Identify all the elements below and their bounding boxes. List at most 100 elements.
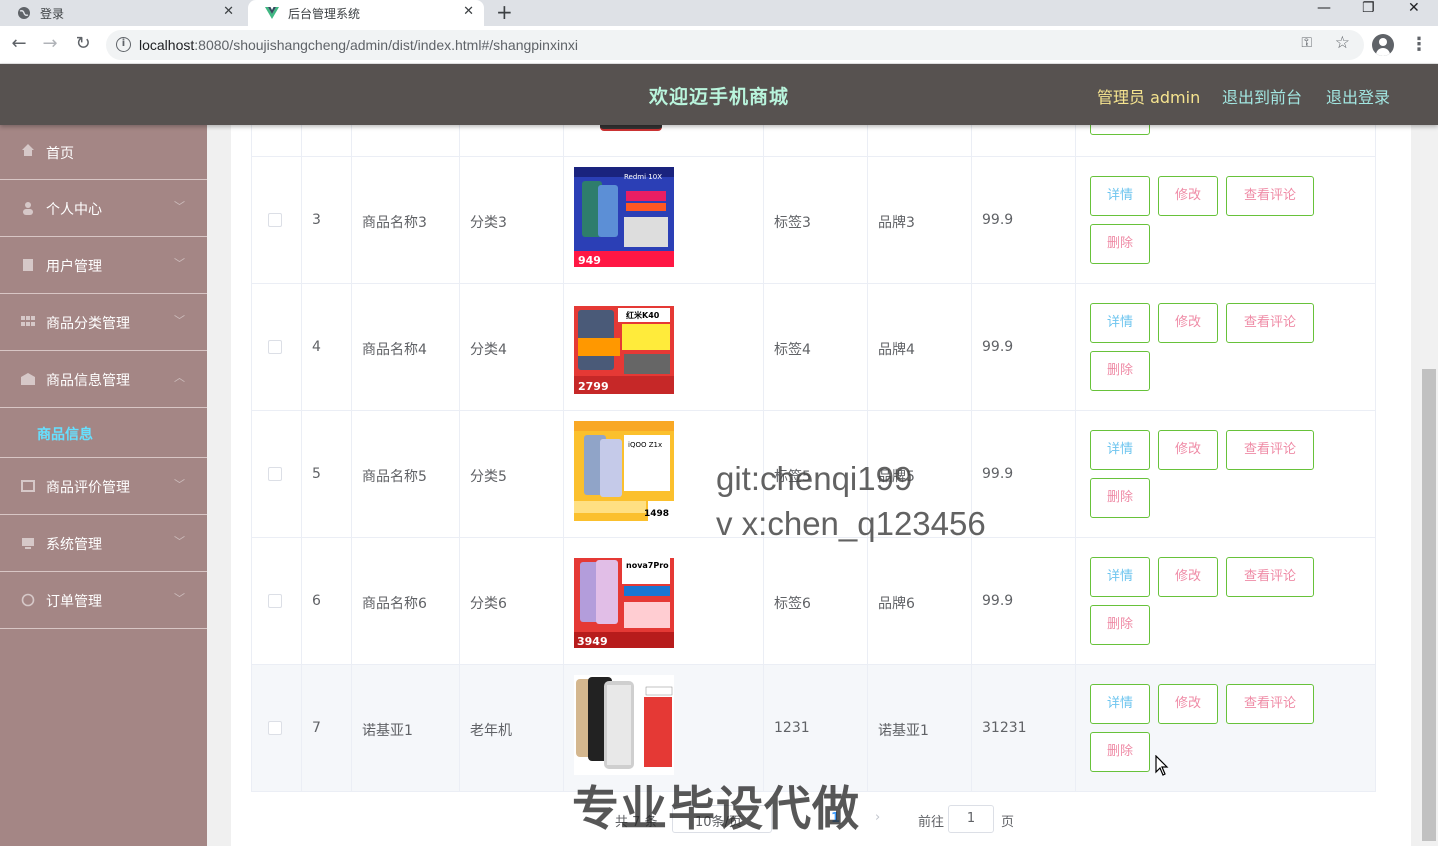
edit-button[interactable]: 修改 <box>1158 684 1218 724</box>
sidebar-subitem-goods-info[interactable]: 商品信息 <box>0 408 207 458</box>
row-checkbox[interactable] <box>268 594 282 608</box>
chevron-up-icon: ︿ <box>174 371 185 384</box>
info-icon[interactable]: i <box>116 37 131 52</box>
browser-tab-admin[interactable]: 后台管理系统 ✕ <box>248 0 484 26</box>
image-price: 949 <box>578 254 601 267</box>
browser-tab-login[interactable]: 登录 ✕ <box>0 0 244 26</box>
window-close-icon[interactable]: ✕ <box>1408 0 1420 18</box>
view-reviews-button[interactable]: 查看评论 <box>1226 176 1314 216</box>
sidebar-item-categories[interactable]: 商品分类管理 ﹀ <box>0 294 207 351</box>
back-icon[interactable]: ← <box>7 32 31 56</box>
sidebar-item-label: 个人中心 <box>46 202 102 218</box>
row-checkbox[interactable] <box>268 721 282 735</box>
address-bar[interactable]: i localhost:8080/shoujishangcheng/admin/… <box>106 30 1364 60</box>
delete-button[interactable]: 删除 <box>1090 605 1150 645</box>
detail-button[interactable]: 详情 <box>1090 303 1150 343</box>
view-reviews-button[interactable]: 查看评论 <box>1226 557 1314 597</box>
row-checkbox[interactable] <box>268 340 282 354</box>
product-image[interactable] <box>574 675 674 775</box>
detail-button[interactable]: 详情 <box>1090 684 1150 724</box>
more-menu-icon[interactable]: ⋮ <box>1410 34 1428 55</box>
delete-button[interactable]: 删除 <box>1090 351 1150 391</box>
product-brand: 品牌4 <box>878 342 915 358</box>
image-caption: 红米K40 <box>626 310 660 320</box>
sidebar-item-users[interactable]: 用户管理 ﹀ <box>0 237 207 294</box>
sidebar: 首页 个人中心 ﹀ 用户管理 ﹀ 商品分类管理 ﹀ 商品信息管理 ︿ 商品信息 … <box>0 125 207 846</box>
reload-icon[interactable]: ↻ <box>71 32 95 56</box>
restore-icon[interactable]: ❐ <box>1362 0 1375 18</box>
forward-icon[interactable]: → <box>38 32 62 56</box>
goods-icon <box>21 373 35 385</box>
row-index: 3 <box>312 212 321 228</box>
key-icon[interactable]: ⚿ <box>1301 35 1312 51</box>
detail-button[interactable]: 详情 <box>1090 557 1150 597</box>
delete-button[interactable]: 删除 <box>1090 478 1150 518</box>
edit-button[interactable]: 修改 <box>1158 430 1218 470</box>
row-index: 4 <box>312 339 321 355</box>
product-tag: 标签4 <box>774 342 811 358</box>
product-image[interactable]: iQOO Z1x 1498 <box>574 421 674 521</box>
goto-label: 前往 <box>918 815 945 830</box>
sidebar-item-profile[interactable]: 个人中心 ﹀ <box>0 180 207 237</box>
edit-button[interactable]: 修改 <box>1158 303 1218 343</box>
url-text[interactable]: localhost:8080/shoujishangcheng/admin/di… <box>139 37 578 53</box>
product-name: 商品名称4 <box>362 342 427 358</box>
product-brand: 品牌6 <box>878 596 915 612</box>
sidebar-item-label: 用户管理 <box>46 259 102 275</box>
detail-button[interactable]: 详情 <box>1090 176 1150 216</box>
logout-link[interactable]: 退出登录 <box>1326 84 1390 108</box>
product-category: 分类5 <box>470 469 507 485</box>
globe-icon <box>16 5 32 21</box>
image-price: 3949 <box>577 635 608 648</box>
new-tab-icon[interactable]: + <box>496 0 513 26</box>
row-checkbox[interactable] <box>268 213 282 227</box>
chevron-down-icon: ﹀ <box>174 200 185 213</box>
home-icon <box>22 144 34 156</box>
delete-button[interactable] <box>1090 125 1150 135</box>
goto-page-input[interactable]: 1 <box>948 805 994 833</box>
close-icon[interactable]: ✕ <box>463 4 474 19</box>
product-image[interactable]: 红米K40 2799 <box>574 294 674 394</box>
delete-button[interactable]: 删除 <box>1090 732 1150 772</box>
product-price: 99.9 <box>982 466 1014 482</box>
view-reviews-button[interactable]: 查看评论 <box>1226 430 1314 470</box>
sidebar-item-label: 商品分类管理 <box>46 316 130 332</box>
product-brand: 诺基亚1 <box>878 723 929 739</box>
product-price: 99.9 <box>982 593 1014 609</box>
delete-button[interactable]: 删除 <box>1090 224 1150 264</box>
sidebar-item-label: 系统管理 <box>46 537 102 553</box>
close-icon[interactable]: ✕ <box>223 4 234 19</box>
product-category: 老年机 <box>470 723 512 739</box>
edit-button[interactable]: 修改 <box>1158 176 1218 216</box>
admin-label: 管理员 admin <box>1097 88 1201 107</box>
sidebar-item-reviews[interactable]: 商品评价管理 ﹀ <box>0 458 207 515</box>
vertical-scrollbar[interactable] <box>1420 125 1438 846</box>
product-image[interactable]: nova7Pro 3949 <box>574 548 674 648</box>
view-reviews-button[interactable]: 查看评论 <box>1226 684 1314 724</box>
profile-avatar-icon[interactable] <box>1372 34 1394 56</box>
app-header: 欢迎迈手机商城 管理员 admin 退出到前台 退出登录 <box>0 64 1438 125</box>
row-checkbox[interactable] <box>268 467 282 481</box>
detail-button[interactable]: 详情 <box>1090 430 1150 470</box>
product-price: 31231 <box>982 720 1027 736</box>
product-price: 99.9 <box>982 339 1014 355</box>
sidebar-item-orders[interactable]: 订单管理 ﹀ <box>0 572 207 629</box>
chevron-down-icon: ﹀ <box>174 592 185 605</box>
scrollbar-thumb[interactable] <box>1422 369 1436 841</box>
chevron-right-icon[interactable]: › <box>875 810 880 825</box>
edit-button[interactable]: 修改 <box>1158 557 1218 597</box>
user-icon <box>23 202 33 215</box>
product-image <box>600 125 662 131</box>
minimize-icon[interactable]: — <box>1317 0 1331 18</box>
product-image[interactable]: Redmi 10X 949 <box>574 167 674 267</box>
sidebar-item-home[interactable]: 首页 <box>0 125 207 180</box>
star-icon[interactable]: ☆ <box>1335 33 1350 53</box>
chevron-down-icon: ﹀ <box>174 314 185 327</box>
tab-title: 登录 <box>40 6 65 21</box>
sidebar-item-system[interactable]: 系统管理 ﹀ <box>0 515 207 572</box>
sidebar-item-goods[interactable]: 商品信息管理 ︿ <box>0 351 207 408</box>
product-name: 商品名称5 <box>362 469 427 485</box>
view-reviews-button[interactable]: 查看评论 <box>1226 303 1314 343</box>
exit-to-front-link[interactable]: 退出到前台 <box>1222 84 1302 108</box>
product-name: 诺基亚1 <box>362 723 413 739</box>
